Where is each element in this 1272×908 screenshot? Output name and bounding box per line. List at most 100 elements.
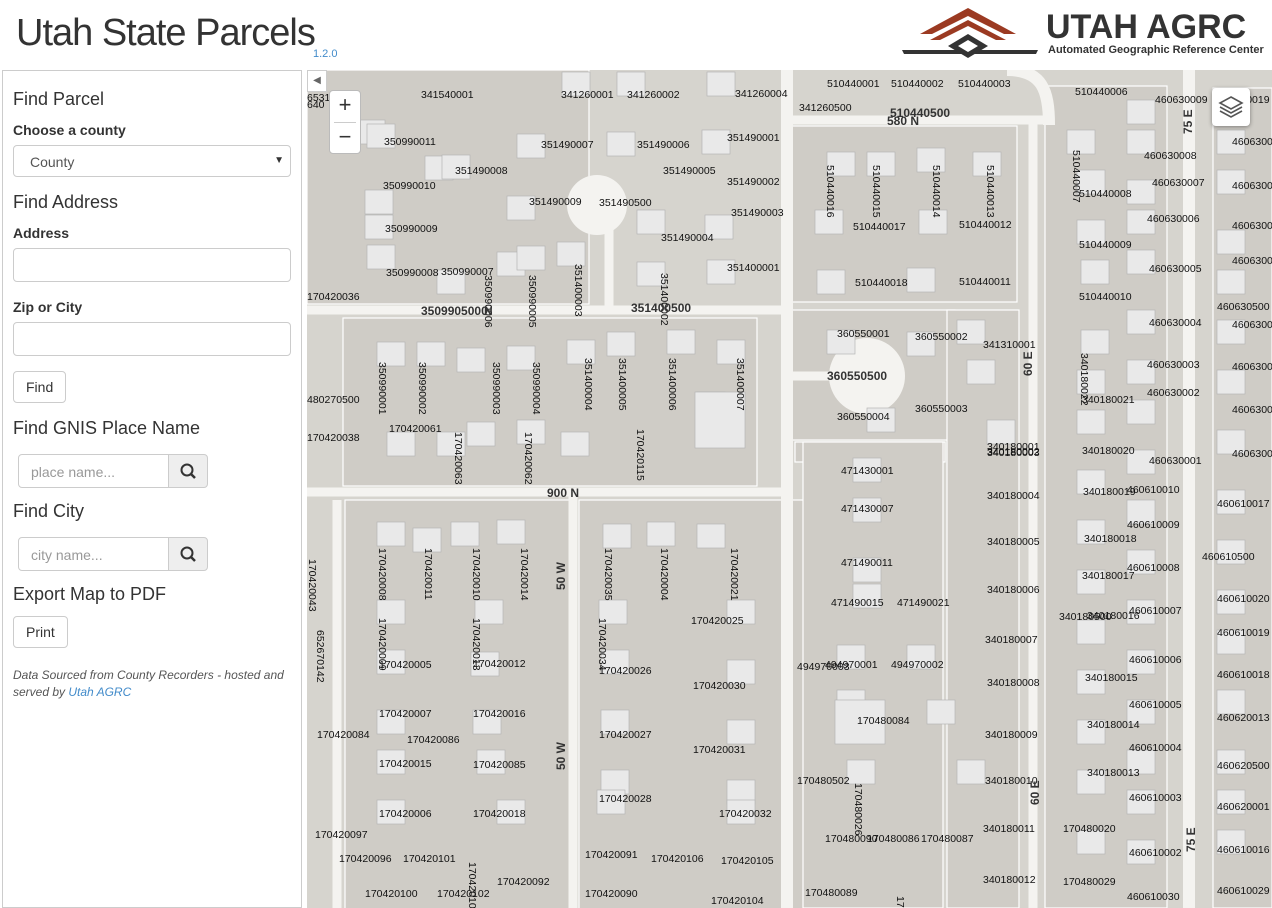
parcel-label: 351490001 <box>727 132 780 144</box>
parcel-label: 351400002 <box>658 273 670 326</box>
parcel-label: 460630004 <box>1149 317 1202 329</box>
sidebar-panel: Find Parcel Choose a county County ▼ Fin… <box>2 70 302 908</box>
building <box>1216 369 1246 395</box>
parcel-label: 341260500 <box>799 102 852 114</box>
parcel-label: 460630017 <box>1232 180 1272 192</box>
parcel-label: 340180009 <box>985 729 1038 741</box>
parcel-label: 510440003 <box>958 78 1011 90</box>
parcel-label: 460610029 <box>1217 885 1270 897</box>
parcel-label: 471430007 <box>841 503 894 515</box>
parcel-label: 170480084 <box>857 715 910 727</box>
address-input[interactable] <box>13 248 291 282</box>
parcel-label: 460630001 <box>1149 455 1202 467</box>
place-search-button[interactable] <box>168 454 208 488</box>
agrc-logo[interactable]: UTAH AGRC Automated Geographic Reference… <box>900 6 1268 62</box>
parcel-label: 480270500 <box>307 394 360 406</box>
parcel-label: 351490009 <box>529 196 582 208</box>
parcel-label: 510440013 <box>984 165 996 218</box>
parcel-label: 351490002 <box>727 176 780 188</box>
city-search-button[interactable] <box>168 537 208 571</box>
parcel-label: 170420103 <box>466 862 478 908</box>
building <box>1126 99 1156 125</box>
parcel-label: 350990009 <box>385 223 438 235</box>
parcel-block <box>946 309 1020 908</box>
parcel-label: 494970002 <box>891 659 944 671</box>
parcel-label: 351400001 <box>727 262 780 274</box>
logo-subtitle: Automated Geographic Reference Center <box>1048 44 1264 56</box>
city-name-input[interactable]: city name... <box>18 537 169 571</box>
parcel-label: 350990008 <box>386 267 439 279</box>
street-label: 360550500 <box>827 369 887 383</box>
parcel-label: 460610017 <box>1217 498 1270 510</box>
parcel-label: 170420086 <box>407 734 460 746</box>
parcel-label: 351490006 <box>637 139 690 151</box>
street-label: 60 E <box>1028 780 1042 805</box>
parcel-label: 351400006 <box>666 358 678 411</box>
parcel-label: 170420005 <box>379 659 432 671</box>
parcel-label: 170420097 <box>315 829 368 841</box>
parcel-label: 460610003 <box>1129 792 1182 804</box>
county-select-value: County <box>30 154 75 170</box>
parcel-label: 460630013 <box>1232 361 1272 373</box>
parcel-label: 494970003 <box>797 661 850 673</box>
parcel-label: 510440008 <box>1079 188 1132 200</box>
building <box>466 421 496 447</box>
choose-county-label: Choose a county <box>13 122 126 138</box>
building <box>1216 689 1246 715</box>
search-icon <box>180 463 196 479</box>
parcel-label: 170420096 <box>339 853 392 865</box>
parcel-label: 460620013 <box>1217 712 1270 724</box>
parcel-label: 170420102 <box>437 888 490 900</box>
parcel-label: 460630008 <box>1144 150 1197 162</box>
parcel-label: 170420115 <box>634 429 646 481</box>
building <box>666 329 696 355</box>
app-title: Utah State Parcels <box>16 12 316 54</box>
parcel-label: 170480086 <box>867 833 920 845</box>
logo-title: UTAH AGRC <box>1046 8 1247 46</box>
parcel-label: 340180020 <box>1082 445 1135 457</box>
parcel-label: 460610007 <box>1129 605 1182 617</box>
parcel-map[interactable]: 341540001 341260001 341260002 341260004 3412… <box>307 70 1272 908</box>
parcel-label: 510440015 <box>870 165 882 218</box>
parcel-label: 351490005 <box>663 165 716 177</box>
parcel-label: 170420030 <box>693 680 746 692</box>
building <box>386 431 416 457</box>
parcel-label: 460610010 <box>1127 484 1180 496</box>
parcel-label: 340180013 <box>1087 767 1140 779</box>
zoom-out-button[interactable]: − <box>330 123 360 153</box>
app-version[interactable]: 1.2.0 <box>313 48 337 60</box>
parcel-label: 351490500 <box>599 197 652 209</box>
building <box>606 131 636 157</box>
zip-city-input[interactable] <box>13 322 291 356</box>
layers-button[interactable] <box>1212 88 1250 126</box>
building <box>636 209 666 235</box>
parcel-label: 460610005 <box>1129 699 1182 711</box>
parcel-label: 170420063 <box>452 432 464 485</box>
building <box>560 431 590 457</box>
parcel-label: 510440002 <box>891 78 944 90</box>
parcel-label: 170480026 <box>852 783 864 836</box>
parcel-label: 510440012 <box>959 219 1012 231</box>
building <box>926 699 956 725</box>
zip-city-label: Zip or City <box>13 299 83 315</box>
agrc-link[interactable]: Utah AGRC <box>68 685 131 699</box>
parcel-label: 351400005 <box>616 358 628 411</box>
collapse-sidebar-button[interactable]: ◀ <box>307 70 327 92</box>
parcel-label: 170420100 <box>365 888 418 900</box>
parcel-label: 460610018 <box>1217 669 1270 681</box>
parcel-label: 471430001 <box>841 465 894 477</box>
parcel-label: 460630015 <box>1232 255 1272 267</box>
place-name-input[interactable]: place name... <box>18 454 169 488</box>
building <box>1216 269 1246 295</box>
print-button[interactable]: Print <box>13 616 68 648</box>
find-address-button[interactable]: Find <box>13 371 67 403</box>
map-view[interactable]: 341540001 341260001 341260002 341260004 3412… <box>307 70 1272 908</box>
county-select[interactable]: County ▼ <box>13 145 291 177</box>
parcel-label: 652670142 <box>314 630 326 683</box>
select-caret-icon: ▼ <box>274 155 284 166</box>
zoom-in-button[interactable]: + <box>330 91 360 121</box>
building <box>516 245 546 271</box>
gnis-search-group: place name... <box>18 454 208 488</box>
street-label: 50 W <box>554 561 568 590</box>
building <box>364 189 394 215</box>
